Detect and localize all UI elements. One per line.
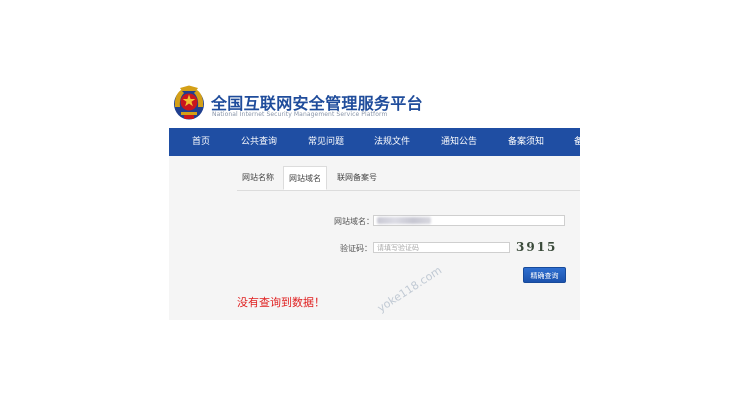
- browser-viewport: 全国互联网安全管理服务平台 National Internet Security…: [169, 82, 580, 320]
- nav-item-public-query[interactable]: 公共查询: [241, 128, 277, 156]
- tab-site-name[interactable]: 网站名称: [237, 166, 279, 190]
- site-subtitle: National Internet Security Management Se…: [212, 111, 388, 118]
- main-navbar: 首页 公共查询 常见问题 法规文件 通知公告 备案须知 备: [169, 128, 580, 156]
- police-emblem-icon: [174, 85, 204, 120]
- nav-item-truncated[interactable]: 备: [574, 128, 580, 156]
- nav-item-regulations[interactable]: 法规文件: [374, 128, 410, 156]
- captcha-label: 验证码：: [340, 244, 372, 253]
- query-tabs: 网站名称 网站域名 联网备案号: [237, 166, 580, 191]
- query-panel: 网站名称 网站域名 联网备案号: [169, 156, 580, 320]
- captcha-placeholder: 请填写验证码: [377, 244, 419, 252]
- exact-query-button[interactable]: 精确查询: [523, 267, 566, 283]
- nav-item-home[interactable]: 首页: [192, 128, 210, 156]
- tab-filing-number[interactable]: 联网备案号: [331, 166, 383, 190]
- nav-item-notices[interactable]: 通知公告: [441, 128, 477, 156]
- nav-item-faq[interactable]: 常见问题: [308, 128, 344, 156]
- captcha-image[interactable]: 3915: [516, 240, 562, 254]
- tab-site-domain[interactable]: 网站域名: [283, 166, 327, 190]
- site-header: 全国互联网安全管理服务平台 National Internet Security…: [169, 82, 580, 128]
- nav-item-filing-guide[interactable]: 备案须知: [508, 128, 544, 156]
- domain-input-value-blurred: [377, 217, 431, 224]
- domain-label: 网站域名：: [334, 217, 374, 226]
- no-data-message: 没有查询到数据！: [237, 296, 325, 309]
